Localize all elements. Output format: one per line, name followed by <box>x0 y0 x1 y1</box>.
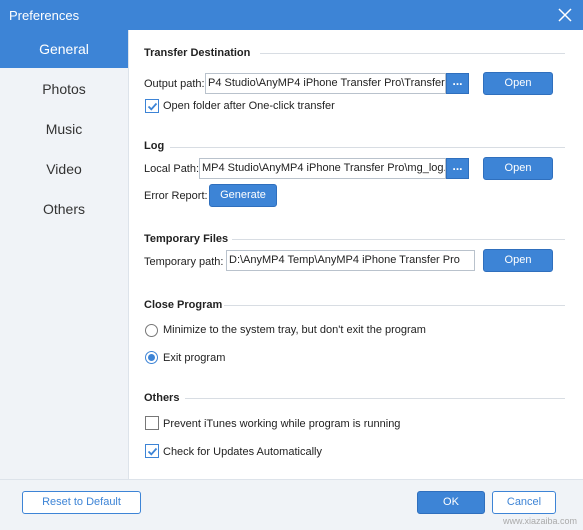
settings-panel: Transfer Destination Output path: P4 Stu… <box>130 30 583 479</box>
section-title-temp: Temporary Files <box>144 233 229 245</box>
sidebar-item-general[interactable]: General <box>0 30 128 68</box>
temporary-path-field[interactable]: D:\AnyMP4 Temp\AnyMP4 iPhone Transfer Pr… <box>226 250 475 271</box>
open-folder-checkbox[interactable] <box>145 99 159 113</box>
exit-radio[interactable] <box>145 351 158 364</box>
watermark: www.xiazaiba.com <box>502 516 577 526</box>
section-divider <box>260 53 565 54</box>
sidebar-item-music[interactable]: Music <box>0 110 128 148</box>
check-updates-checkbox[interactable] <box>145 444 159 458</box>
output-browse-button[interactable]: ... <box>446 73 469 94</box>
minimize-radio[interactable] <box>145 324 158 337</box>
section-title-transfer: Transfer Destination <box>144 47 251 59</box>
sidebar-item-others[interactable]: Others <box>0 190 128 228</box>
section-title-others: Others <box>144 392 180 404</box>
section-title-log: Log <box>144 140 165 152</box>
checkmark-icon <box>147 102 158 111</box>
sidebar-item-photos[interactable]: Photos <box>0 70 128 108</box>
section-divider <box>232 239 565 240</box>
temp-open-button[interactable]: Open <box>483 249 553 272</box>
exit-label: Exit program <box>163 352 226 364</box>
section-divider <box>170 147 565 148</box>
window-title: Preferences <box>9 8 80 23</box>
reset-default-button[interactable]: Reset to Default <box>22 491 141 514</box>
log-open-button[interactable]: Open <box>483 157 553 180</box>
output-path-label: Output path: <box>144 78 205 90</box>
temporary-path-label: Temporary path: <box>144 256 224 268</box>
sidebar-item-video[interactable]: Video <box>0 150 128 188</box>
ok-button[interactable]: OK <box>417 491 485 514</box>
check-updates-label: Check for Updates Automatically <box>163 446 322 458</box>
error-report-label: Error Report: <box>144 190 208 202</box>
generate-button[interactable]: Generate <box>209 184 277 207</box>
local-path-label: Local Path: <box>144 163 200 175</box>
output-open-button[interactable]: Open <box>483 72 553 95</box>
cancel-button[interactable]: Cancel <box>492 491 556 514</box>
minimize-label: Minimize to the system tray, but don't e… <box>163 324 426 336</box>
local-path-field[interactable]: MP4 Studio\AnyMP4 iPhone Transfer Pro\mg… <box>199 158 446 179</box>
close-icon[interactable] <box>555 5 575 25</box>
section-divider <box>224 305 565 306</box>
title-bar: Preferences <box>0 0 583 30</box>
prevent-itunes-label: Prevent iTunes working while program is … <box>163 418 401 430</box>
section-title-close: Close Program <box>144 299 223 311</box>
output-path-field[interactable]: P4 Studio\AnyMP4 iPhone Transfer Pro\Tra… <box>205 73 446 94</box>
footer-bar: Reset to Default OK Cancel www.xiazaiba.… <box>0 479 583 530</box>
section-divider <box>185 398 565 399</box>
local-browse-button[interactable]: ... <box>446 158 469 179</box>
checkmark-icon <box>147 447 158 456</box>
open-folder-label: Open folder after One-click transfer <box>163 100 335 112</box>
sidebar: General Photos Music Video Others <box>0 30 129 479</box>
prevent-itunes-checkbox[interactable] <box>145 416 159 430</box>
